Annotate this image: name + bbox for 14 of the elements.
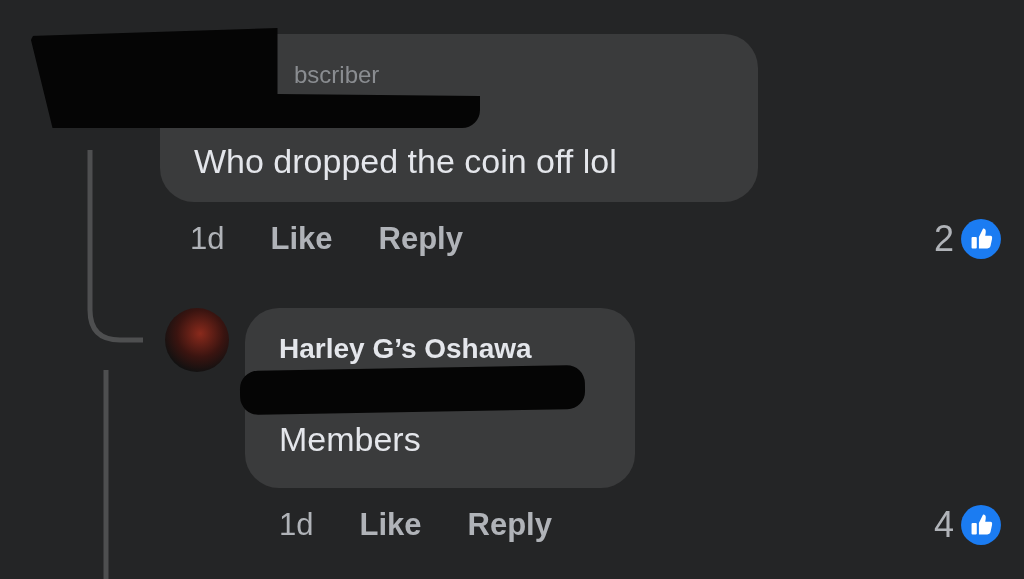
comment-action-link[interactable]: Reply — [467, 507, 552, 543]
comment-action-link[interactable]: Like — [270, 221, 333, 257]
comment-text: Who dropped the coin off lol — [194, 141, 618, 182]
reaction-count: 4 — [933, 504, 954, 546]
timestamp: 1d — [190, 221, 225, 257]
timestamp: 1d — [279, 507, 314, 543]
comment-action-link[interactable]: Like — [359, 507, 422, 543]
subscriber-badge-text: bscriber — [293, 60, 381, 90]
reaction-count: 2 — [933, 218, 954, 260]
comment-action-link[interactable]: Reply — [378, 221, 463, 257]
comment-text: Members — [279, 419, 422, 460]
thumbs-up-icon[interactable] — [960, 504, 1002, 546]
author-name[interactable]: Harley G’s Oshawa — [279, 332, 601, 366]
thumbs-up-icon[interactable] — [960, 218, 1002, 260]
